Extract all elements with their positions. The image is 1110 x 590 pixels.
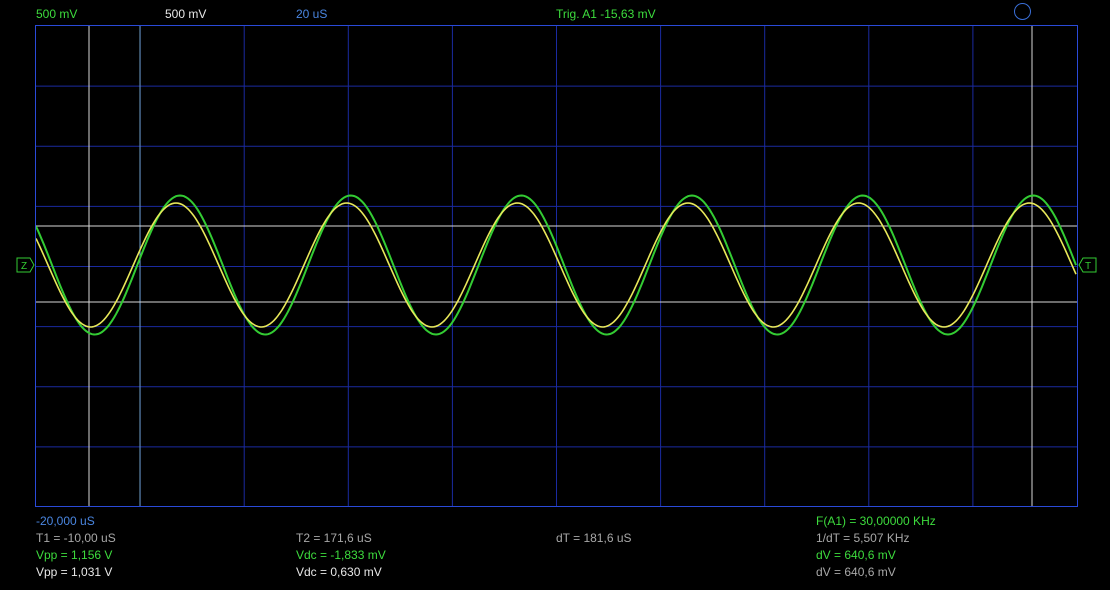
ground-marker-left-label: Z bbox=[21, 261, 27, 272]
ch2-scale-label[interactable]: 500 mV bbox=[165, 7, 206, 21]
trigger-label[interactable]: Trig. A1 -15,63 mV bbox=[556, 7, 656, 21]
oscilloscope-screen: Z T bbox=[16, 25, 1097, 507]
dv-channel-b: dV = 640,6 mV bbox=[816, 565, 896, 579]
trigger-marker-right-label: T bbox=[1085, 261, 1091, 272]
graticule bbox=[36, 26, 1077, 507]
frequency-readout: F(A1) = 30,00000 KHz bbox=[816, 514, 936, 528]
start-time-label: -20,000 uS bbox=[36, 514, 95, 528]
delta-t-readout: dT = 181,6 uS bbox=[556, 531, 632, 545]
vpp-channel-b: Vpp = 1,031 V bbox=[36, 565, 113, 579]
timebase-label[interactable]: 20 uS bbox=[296, 7, 327, 21]
inverse-dt-readout: 1/dT = 5,507 KHz bbox=[816, 531, 910, 545]
dv-channel-a: dV = 640,6 mV bbox=[816, 548, 896, 562]
vdc-channel-b: Vdc = 0,630 mV bbox=[296, 565, 382, 579]
ground-marker-left[interactable]: Z bbox=[16, 257, 35, 273]
vpp-channel-a: Vpp = 1,156 V bbox=[36, 548, 113, 562]
vdc-channel-a: Vdc = -1,833 mV bbox=[296, 548, 386, 562]
status-circle-icon[interactable] bbox=[1014, 3, 1031, 20]
ch1-scale-label[interactable]: 500 mV bbox=[36, 7, 77, 21]
trigger-marker-right[interactable]: T bbox=[1078, 257, 1097, 273]
cursor-t2-readout: T2 = 171,6 uS bbox=[296, 531, 372, 545]
cursor-t1-readout: T1 = -10,00 uS bbox=[36, 531, 116, 545]
